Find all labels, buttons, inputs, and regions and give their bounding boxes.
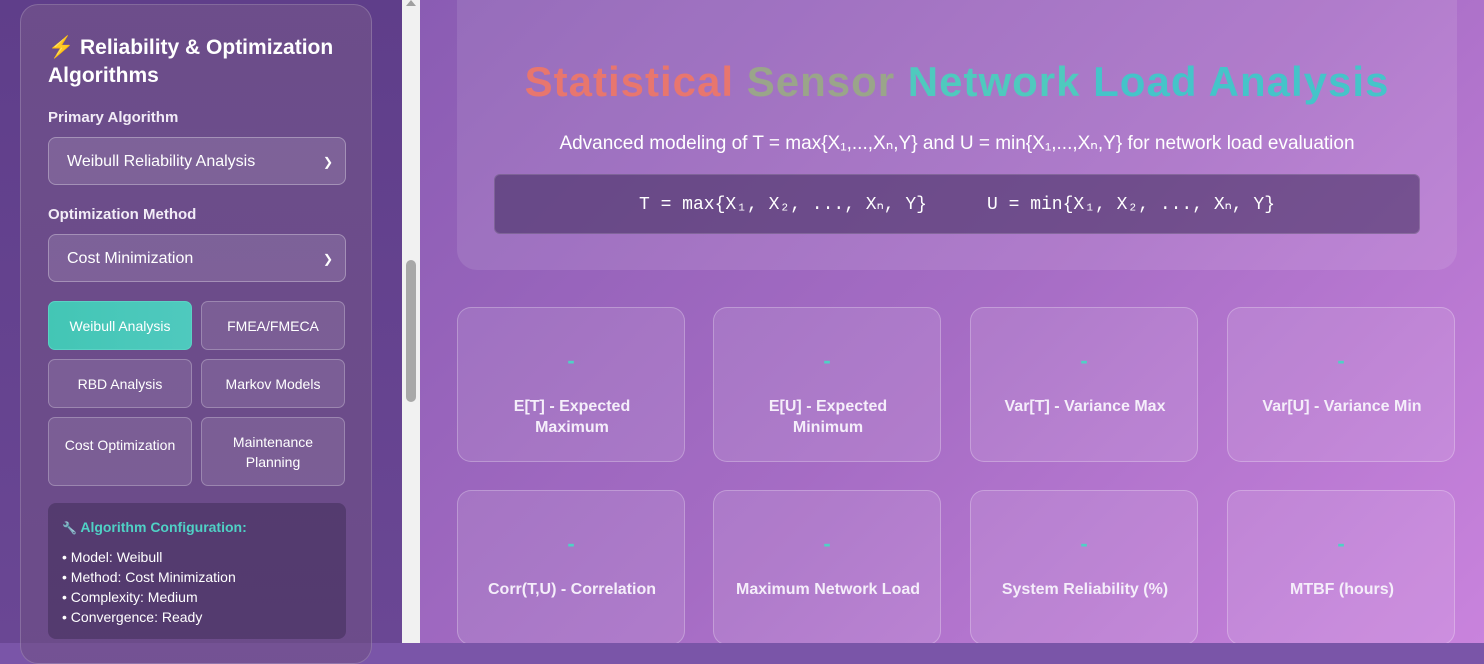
panel-title-text: Reliability & Optimization Algorithms	[48, 36, 334, 87]
config-title: 🔧 Algorithm Configuration:	[62, 519, 332, 535]
metric-value: -	[1337, 348, 1345, 373]
metric-card-max-network-load: - Maximum Network Load	[713, 490, 941, 643]
metric-label: E[T] - Expected Maximum	[513, 398, 631, 436]
title-word-load: Load	[1093, 58, 1198, 105]
scroll-thumb[interactable]	[406, 260, 416, 402]
main-area: Statistical Sensor Network Load Analysis…	[420, 0, 1484, 643]
config-model: • Model: Weibull	[62, 549, 163, 565]
config-convergence: • Convergence: Ready	[62, 609, 203, 625]
metric-label: E[U] - Expected Minimum	[768, 398, 888, 436]
metric-value: -	[1080, 531, 1088, 556]
optimization-method-label: Optimization Method	[48, 206, 197, 223]
metric-card-mtbf: - MTBF (hours)	[1227, 490, 1455, 643]
metric-label: Corr(T,U) - Correlation	[488, 581, 656, 598]
metric-value: -	[567, 531, 575, 556]
title-word-analysis: Analysis	[1208, 58, 1390, 105]
wrench-icon: 🔧	[62, 521, 77, 535]
left-region: ⚡ Reliability & Optimization Algorithms …	[0, 0, 402, 664]
algorithm-panel: ⚡ Reliability & Optimization Algorithms …	[20, 4, 372, 664]
metric-label: Maximum Network Load	[735, 581, 921, 598]
metric-value: -	[823, 348, 831, 373]
metric-value: -	[823, 531, 831, 556]
metric-card-variance-max: - Var[T] - Variance Max	[970, 307, 1198, 462]
rbd-analysis-button[interactable]: RBD Analysis	[48, 359, 192, 408]
metric-label: MTBF (hours)	[1290, 581, 1394, 598]
metric-label: Var[U] - Variance Min	[1262, 398, 1422, 415]
weibull-analysis-button[interactable]: Weibull Analysis	[48, 301, 192, 350]
metric-value: -	[1337, 531, 1345, 556]
optimization-method-value: Cost Minimization	[67, 250, 194, 267]
lightning-icon: ⚡	[48, 36, 75, 59]
panel-title: ⚡ Reliability & Optimization Algorithms	[48, 34, 348, 90]
metric-value: -	[1080, 348, 1088, 373]
formula-box: T = max{X₁, X₂, ..., Xₙ, Y} U = min{X₁, …	[494, 174, 1420, 234]
algorithm-configuration: 🔧 Algorithm Configuration: • Model: Weib…	[48, 503, 346, 639]
primary-algorithm-value: Weibull Reliability Analysis	[67, 153, 256, 170]
metric-value: -	[567, 348, 575, 373]
page-subtitle: Advanced modeling of T = max{X₁,...,Xₙ,Y…	[559, 133, 1355, 154]
optimization-method-select[interactable]: Cost Minimization ❯	[48, 234, 346, 282]
formula-max: T = max{X₁, X₂, ..., Xₙ, Y}	[638, 195, 927, 215]
metric-card-expected-minimum: - E[U] - Expected Minimum	[713, 307, 941, 462]
config-method: • Method: Cost Minimization	[62, 569, 236, 585]
metric-card-correlation: - Corr(T,U) - Correlation	[457, 490, 685, 643]
chevron-down-icon: ❯	[322, 155, 333, 169]
config-complexity: • Complexity: Medium	[62, 589, 198, 605]
metric-card-variance-min: - Var[U] - Variance Min	[1227, 307, 1455, 462]
fmea-fmeca-button[interactable]: FMEA/FMECA	[201, 301, 345, 350]
formula-min: U = min{X₁, X₂, ..., Xₙ, Y}	[987, 195, 1276, 215]
cost-optimization-button[interactable]: Cost Optimization	[48, 417, 192, 486]
metric-label: Var[T] - Variance Max	[1004, 398, 1166, 415]
metric-card-system-reliability: - System Reliability (%)	[970, 490, 1198, 643]
metric-card-expected-maximum: - E[T] - Expected Maximum	[457, 307, 685, 462]
primary-algorithm-select[interactable]: Weibull Reliability Analysis ❯	[48, 137, 346, 185]
markov-models-button[interactable]: Markov Models	[201, 359, 345, 408]
metric-label: System Reliability (%)	[1001, 581, 1169, 598]
title-word-sensor: Sensor	[746, 58, 896, 105]
title-word-statistical: Statistical	[524, 58, 735, 105]
page-title: Statistical Sensor Network Load Analysis	[420, 58, 1484, 106]
title-word-network: Network	[907, 58, 1081, 105]
config-title-text: Algorithm Configuration:	[80, 519, 247, 535]
scrollbar[interactable]	[402, 0, 420, 643]
scroll-up-arrow-icon[interactable]	[406, 0, 416, 6]
maintenance-planning-button[interactable]: Maintenance Planning	[201, 417, 345, 486]
chevron-down-icon: ❯	[322, 252, 333, 266]
primary-algorithm-label: Primary Algorithm	[48, 109, 179, 126]
